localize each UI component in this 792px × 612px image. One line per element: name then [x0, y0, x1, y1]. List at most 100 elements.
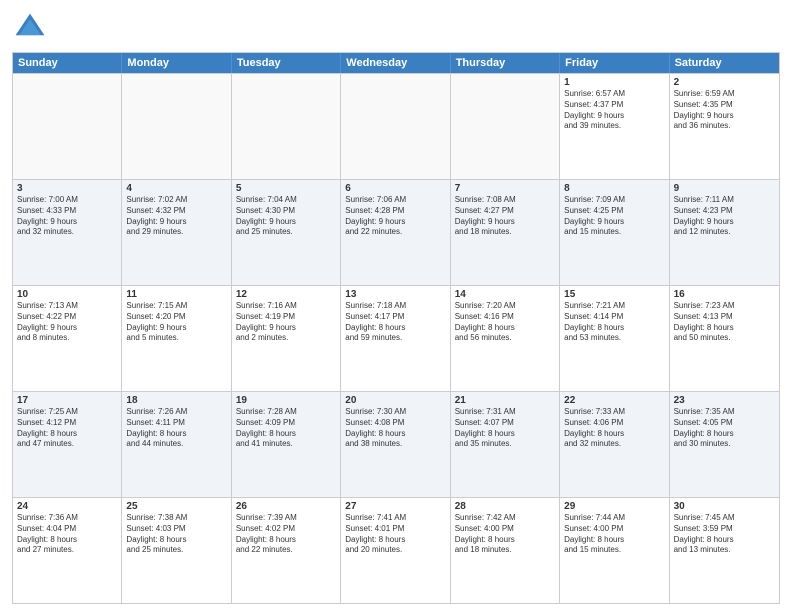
calendar-cell [122, 74, 231, 179]
calendar-cell: 27Sunrise: 7:41 AM Sunset: 4:01 PM Dayli… [341, 498, 450, 603]
calendar-cell: 13Sunrise: 7:18 AM Sunset: 4:17 PM Dayli… [341, 286, 450, 391]
calendar-cell: 22Sunrise: 7:33 AM Sunset: 4:06 PM Dayli… [560, 392, 669, 497]
calendar-cell: 5Sunrise: 7:04 AM Sunset: 4:30 PM Daylig… [232, 180, 341, 285]
day-number: 15 [564, 289, 664, 300]
calendar-cell [13, 74, 122, 179]
day-number: 3 [17, 183, 117, 194]
calendar-cell: 18Sunrise: 7:26 AM Sunset: 4:11 PM Dayli… [122, 392, 231, 497]
day-info: Sunrise: 7:28 AM Sunset: 4:09 PM Dayligh… [236, 407, 336, 450]
calendar-header-cell: Tuesday [232, 53, 341, 73]
day-info: Sunrise: 7:21 AM Sunset: 4:14 PM Dayligh… [564, 301, 664, 344]
day-number: 26 [236, 501, 336, 512]
calendar-cell [451, 74, 560, 179]
day-number: 20 [345, 395, 445, 406]
calendar-cell: 9Sunrise: 7:11 AM Sunset: 4:23 PM Daylig… [670, 180, 779, 285]
day-info: Sunrise: 7:42 AM Sunset: 4:00 PM Dayligh… [455, 513, 555, 556]
day-info: Sunrise: 7:35 AM Sunset: 4:05 PM Dayligh… [674, 407, 775, 450]
calendar-row: 17Sunrise: 7:25 AM Sunset: 4:12 PM Dayli… [13, 391, 779, 497]
day-number: 24 [17, 501, 117, 512]
calendar-header: SundayMondayTuesdayWednesdayThursdayFrid… [13, 53, 779, 73]
day-info: Sunrise: 7:25 AM Sunset: 4:12 PM Dayligh… [17, 407, 117, 450]
day-number: 13 [345, 289, 445, 300]
day-info: Sunrise: 7:09 AM Sunset: 4:25 PM Dayligh… [564, 195, 664, 238]
day-number: 7 [455, 183, 555, 194]
day-number: 5 [236, 183, 336, 194]
calendar-cell: 24Sunrise: 7:36 AM Sunset: 4:04 PM Dayli… [13, 498, 122, 603]
calendar-cell: 11Sunrise: 7:15 AM Sunset: 4:20 PM Dayli… [122, 286, 231, 391]
calendar-row: 1Sunrise: 6:57 AM Sunset: 4:37 PM Daylig… [13, 73, 779, 179]
calendar-cell: 1Sunrise: 6:57 AM Sunset: 4:37 PM Daylig… [560, 74, 669, 179]
calendar-row: 3Sunrise: 7:00 AM Sunset: 4:33 PM Daylig… [13, 179, 779, 285]
day-info: Sunrise: 7:44 AM Sunset: 4:00 PM Dayligh… [564, 513, 664, 556]
page: SundayMondayTuesdayWednesdayThursdayFrid… [0, 0, 792, 612]
calendar-cell: 6Sunrise: 7:06 AM Sunset: 4:28 PM Daylig… [341, 180, 450, 285]
day-info: Sunrise: 7:33 AM Sunset: 4:06 PM Dayligh… [564, 407, 664, 450]
day-number: 10 [17, 289, 117, 300]
day-info: Sunrise: 7:36 AM Sunset: 4:04 PM Dayligh… [17, 513, 117, 556]
calendar-cell: 7Sunrise: 7:08 AM Sunset: 4:27 PM Daylig… [451, 180, 560, 285]
day-number: 1 [564, 77, 664, 88]
calendar: SundayMondayTuesdayWednesdayThursdayFrid… [12, 52, 780, 604]
calendar-header-cell: Monday [122, 53, 231, 73]
day-info: Sunrise: 7:02 AM Sunset: 4:32 PM Dayligh… [126, 195, 226, 238]
day-info: Sunrise: 7:41 AM Sunset: 4:01 PM Dayligh… [345, 513, 445, 556]
calendar-cell: 17Sunrise: 7:25 AM Sunset: 4:12 PM Dayli… [13, 392, 122, 497]
day-number: 16 [674, 289, 775, 300]
calendar-cell: 16Sunrise: 7:23 AM Sunset: 4:13 PM Dayli… [670, 286, 779, 391]
day-info: Sunrise: 7:39 AM Sunset: 4:02 PM Dayligh… [236, 513, 336, 556]
day-info: Sunrise: 7:06 AM Sunset: 4:28 PM Dayligh… [345, 195, 445, 238]
calendar-header-cell: Friday [560, 53, 669, 73]
day-info: Sunrise: 7:04 AM Sunset: 4:30 PM Dayligh… [236, 195, 336, 238]
day-info: Sunrise: 7:23 AM Sunset: 4:13 PM Dayligh… [674, 301, 775, 344]
calendar-cell: 15Sunrise: 7:21 AM Sunset: 4:14 PM Dayli… [560, 286, 669, 391]
day-number: 2 [674, 77, 775, 88]
day-number: 21 [455, 395, 555, 406]
calendar-cell: 30Sunrise: 7:45 AM Sunset: 3:59 PM Dayli… [670, 498, 779, 603]
logo-icon [12, 10, 48, 46]
day-number: 6 [345, 183, 445, 194]
day-info: Sunrise: 7:31 AM Sunset: 4:07 PM Dayligh… [455, 407, 555, 450]
day-number: 27 [345, 501, 445, 512]
day-number: 18 [126, 395, 226, 406]
calendar-cell [232, 74, 341, 179]
day-number: 14 [455, 289, 555, 300]
calendar-cell: 10Sunrise: 7:13 AM Sunset: 4:22 PM Dayli… [13, 286, 122, 391]
day-info: Sunrise: 7:15 AM Sunset: 4:20 PM Dayligh… [126, 301, 226, 344]
day-number: 19 [236, 395, 336, 406]
day-info: Sunrise: 7:11 AM Sunset: 4:23 PM Dayligh… [674, 195, 775, 238]
calendar-cell: 14Sunrise: 7:20 AM Sunset: 4:16 PM Dayli… [451, 286, 560, 391]
calendar-cell: 20Sunrise: 7:30 AM Sunset: 4:08 PM Dayli… [341, 392, 450, 497]
day-number: 29 [564, 501, 664, 512]
day-number: 4 [126, 183, 226, 194]
day-number: 9 [674, 183, 775, 194]
day-info: Sunrise: 7:30 AM Sunset: 4:08 PM Dayligh… [345, 407, 445, 450]
calendar-cell: 28Sunrise: 7:42 AM Sunset: 4:00 PM Dayli… [451, 498, 560, 603]
day-info: Sunrise: 7:16 AM Sunset: 4:19 PM Dayligh… [236, 301, 336, 344]
day-info: Sunrise: 7:00 AM Sunset: 4:33 PM Dayligh… [17, 195, 117, 238]
day-number: 17 [17, 395, 117, 406]
day-number: 8 [564, 183, 664, 194]
calendar-cell: 25Sunrise: 7:38 AM Sunset: 4:03 PM Dayli… [122, 498, 231, 603]
day-info: Sunrise: 7:18 AM Sunset: 4:17 PM Dayligh… [345, 301, 445, 344]
logo [12, 10, 52, 46]
calendar-cell: 23Sunrise: 7:35 AM Sunset: 4:05 PM Dayli… [670, 392, 779, 497]
calendar-cell: 2Sunrise: 6:59 AM Sunset: 4:35 PM Daylig… [670, 74, 779, 179]
calendar-cell: 12Sunrise: 7:16 AM Sunset: 4:19 PM Dayli… [232, 286, 341, 391]
day-info: Sunrise: 7:08 AM Sunset: 4:27 PM Dayligh… [455, 195, 555, 238]
calendar-header-cell: Thursday [451, 53, 560, 73]
day-number: 30 [674, 501, 775, 512]
day-info: Sunrise: 6:57 AM Sunset: 4:37 PM Dayligh… [564, 89, 664, 132]
calendar-cell [341, 74, 450, 179]
day-number: 23 [674, 395, 775, 406]
calendar-cell: 3Sunrise: 7:00 AM Sunset: 4:33 PM Daylig… [13, 180, 122, 285]
header [12, 10, 780, 46]
calendar-cell: 26Sunrise: 7:39 AM Sunset: 4:02 PM Dayli… [232, 498, 341, 603]
calendar-header-cell: Wednesday [341, 53, 450, 73]
day-info: Sunrise: 6:59 AM Sunset: 4:35 PM Dayligh… [674, 89, 775, 132]
calendar-body: 1Sunrise: 6:57 AM Sunset: 4:37 PM Daylig… [13, 73, 779, 603]
day-info: Sunrise: 7:20 AM Sunset: 4:16 PM Dayligh… [455, 301, 555, 344]
day-number: 28 [455, 501, 555, 512]
calendar-cell: 19Sunrise: 7:28 AM Sunset: 4:09 PM Dayli… [232, 392, 341, 497]
day-number: 12 [236, 289, 336, 300]
day-info: Sunrise: 7:45 AM Sunset: 3:59 PM Dayligh… [674, 513, 775, 556]
